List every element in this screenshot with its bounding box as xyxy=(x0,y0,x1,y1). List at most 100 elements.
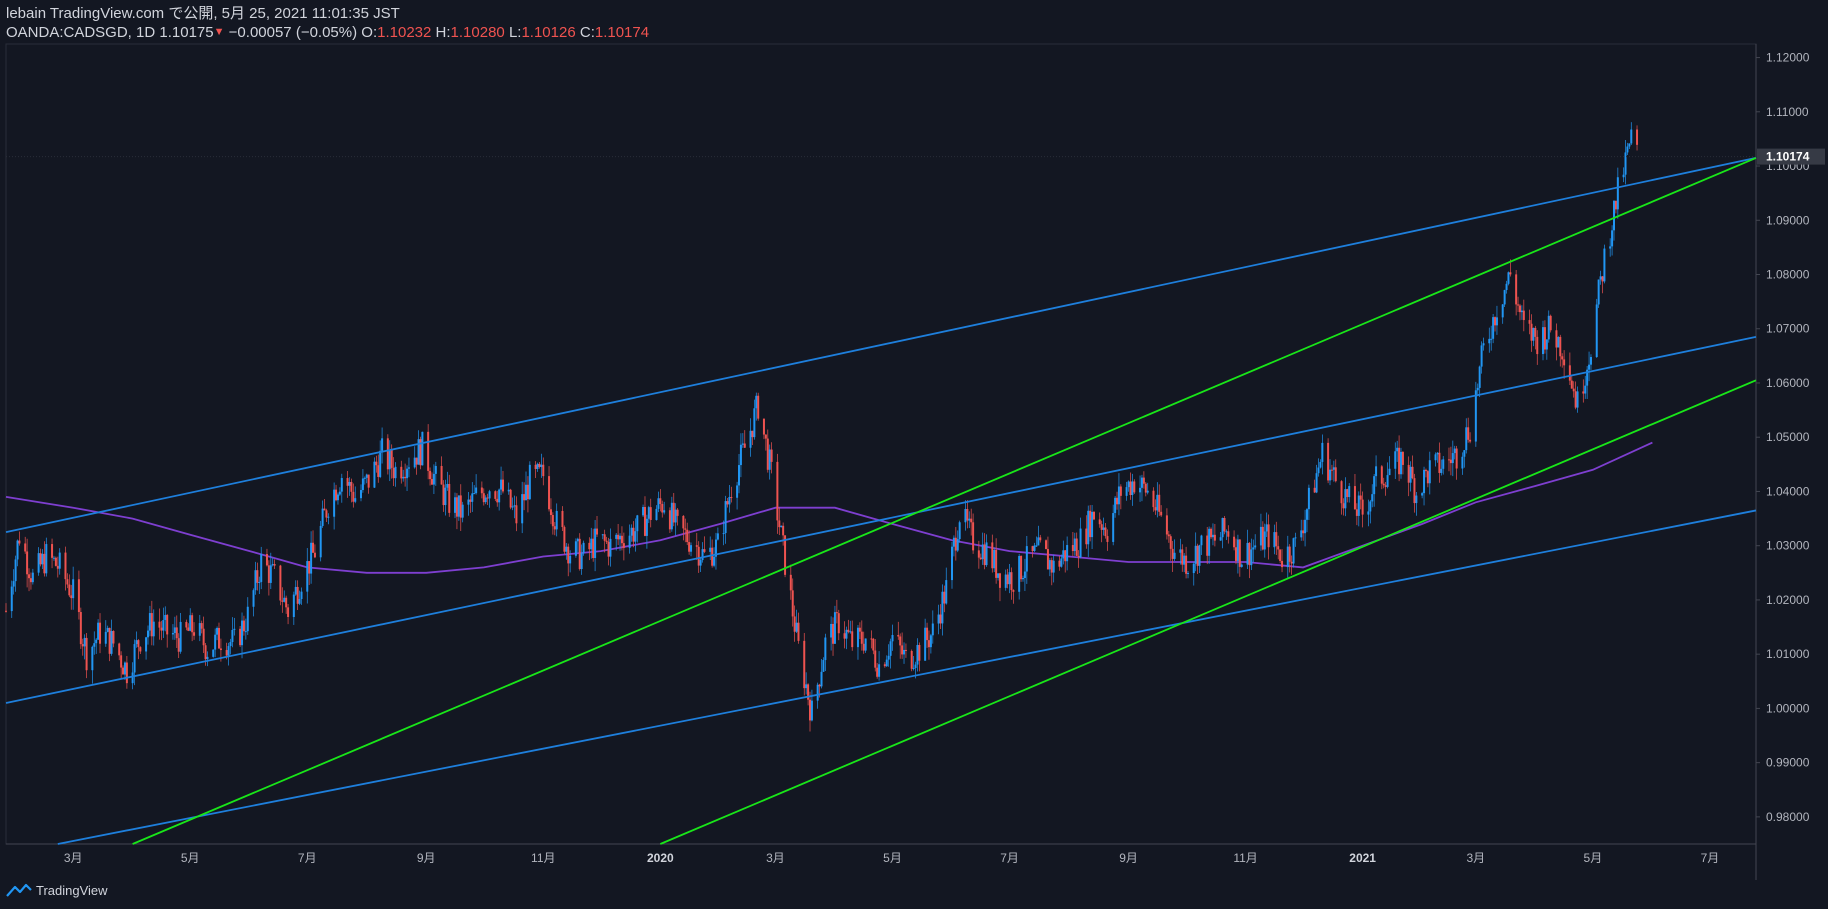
candle-up xyxy=(388,449,391,470)
x-tick-label: 5月 xyxy=(1584,851,1603,865)
candle-down xyxy=(1411,466,1414,479)
candle-up xyxy=(488,491,491,499)
candle-up xyxy=(363,477,366,479)
x-tick-label: 11月 xyxy=(531,851,555,865)
candle-down xyxy=(876,667,879,677)
candle-up xyxy=(336,494,339,501)
candle-up xyxy=(1102,527,1105,530)
candle-up xyxy=(1415,495,1418,504)
tradingview-logo[interactable]: TradingView xyxy=(6,880,108,900)
candle-up xyxy=(241,620,244,646)
time-axis[interactable]: 3月 5月 7月 9月 11月 2020 3月 5月 7月 9月 11月 2021 3月 5月 7月 xyxy=(64,851,1719,865)
candle-down xyxy=(350,481,353,492)
candle-down xyxy=(1327,442,1330,481)
candle-down xyxy=(1185,555,1188,574)
candle-down xyxy=(1574,391,1577,408)
candle-down xyxy=(386,438,389,470)
x-tick-label: 9月 xyxy=(417,851,436,865)
candle-up xyxy=(300,591,303,600)
y-tick-label: 1.08000 xyxy=(1766,268,1810,282)
candle-up xyxy=(709,547,712,552)
candle-down xyxy=(1568,365,1571,381)
candle-up xyxy=(1495,317,1498,326)
candle-up xyxy=(52,557,55,559)
candle-down xyxy=(1100,524,1103,530)
candle-up xyxy=(1400,451,1403,475)
candle-up xyxy=(1542,327,1545,355)
candle-up xyxy=(628,535,631,548)
candle-down xyxy=(1213,534,1216,541)
candle-up xyxy=(964,508,967,523)
candle-down xyxy=(108,627,111,654)
candle-down xyxy=(860,631,863,644)
candle-up xyxy=(941,591,944,624)
blue-trendline-3 xyxy=(57,509,1757,845)
y-tick-label: 1.11000 xyxy=(1766,105,1809,119)
candle-up xyxy=(1079,528,1082,558)
candle-up xyxy=(145,637,148,652)
candle-down xyxy=(1261,526,1264,550)
candle-down xyxy=(1413,478,1416,504)
candle-up xyxy=(379,450,382,477)
candle-down xyxy=(281,600,284,602)
candle-down xyxy=(1302,530,1305,534)
candle-up xyxy=(31,572,34,583)
candle-down xyxy=(1171,548,1174,559)
candle-down xyxy=(429,470,432,480)
candle-up xyxy=(1423,469,1426,494)
candle-down xyxy=(200,623,203,629)
candle-down xyxy=(782,525,785,536)
candle-down xyxy=(1234,547,1237,561)
candle-up xyxy=(446,483,449,488)
candle-down xyxy=(1154,507,1157,511)
price-chart[interactable]: 0.98000 0.99000 1.00000 1.01000 1.02000 1.030… xyxy=(0,0,1828,880)
trendlines-layer[interactable] xyxy=(5,157,1757,845)
candle-up xyxy=(484,497,487,503)
candle-up xyxy=(359,490,362,499)
candle-up xyxy=(1112,513,1115,542)
y-tick-label: 1.02000 xyxy=(1766,593,1810,607)
candle-up xyxy=(1501,304,1504,318)
price-axis[interactable]: 0.98000 0.99000 1.00000 1.01000 1.02000 1.030… xyxy=(6,51,1825,824)
candle-up xyxy=(1023,571,1026,579)
candle-up xyxy=(104,631,107,644)
x-tick-label: 3月 xyxy=(1467,851,1486,865)
candle-down xyxy=(548,476,551,510)
candle-down xyxy=(596,528,599,535)
candle-up xyxy=(473,493,476,495)
candle-down xyxy=(139,647,142,652)
candle-up xyxy=(1317,467,1320,474)
candle-up xyxy=(212,649,215,657)
candle-up xyxy=(227,646,230,656)
candle-down xyxy=(818,684,821,687)
candle-up xyxy=(722,533,725,535)
candle-up xyxy=(657,498,660,509)
candle-down xyxy=(966,508,969,521)
candle-down xyxy=(279,565,282,601)
candle-up xyxy=(1373,476,1376,495)
candle-up xyxy=(1008,572,1011,585)
candle-down xyxy=(325,510,328,518)
x-tick-label: 7月 xyxy=(298,851,317,865)
candle-down xyxy=(1290,561,1293,564)
candle-up xyxy=(655,508,658,520)
candle-down xyxy=(158,621,161,628)
candle-up xyxy=(931,623,934,636)
candle-up xyxy=(1557,336,1560,348)
candle-down xyxy=(553,526,556,530)
candle-up xyxy=(1628,143,1631,147)
candle-up xyxy=(916,644,919,665)
candle-down xyxy=(352,491,355,502)
candle-down xyxy=(1046,548,1049,570)
candle-down xyxy=(793,616,796,632)
candle-up xyxy=(856,627,859,648)
candle-down xyxy=(81,644,84,647)
candle-up xyxy=(1259,526,1262,546)
candle-up xyxy=(1329,469,1332,481)
candle-down xyxy=(312,542,315,553)
candle-up xyxy=(1114,497,1117,514)
candle-down xyxy=(56,565,59,569)
candle-up xyxy=(340,478,343,492)
candle-up xyxy=(91,646,94,671)
candle-up xyxy=(1211,534,1214,538)
